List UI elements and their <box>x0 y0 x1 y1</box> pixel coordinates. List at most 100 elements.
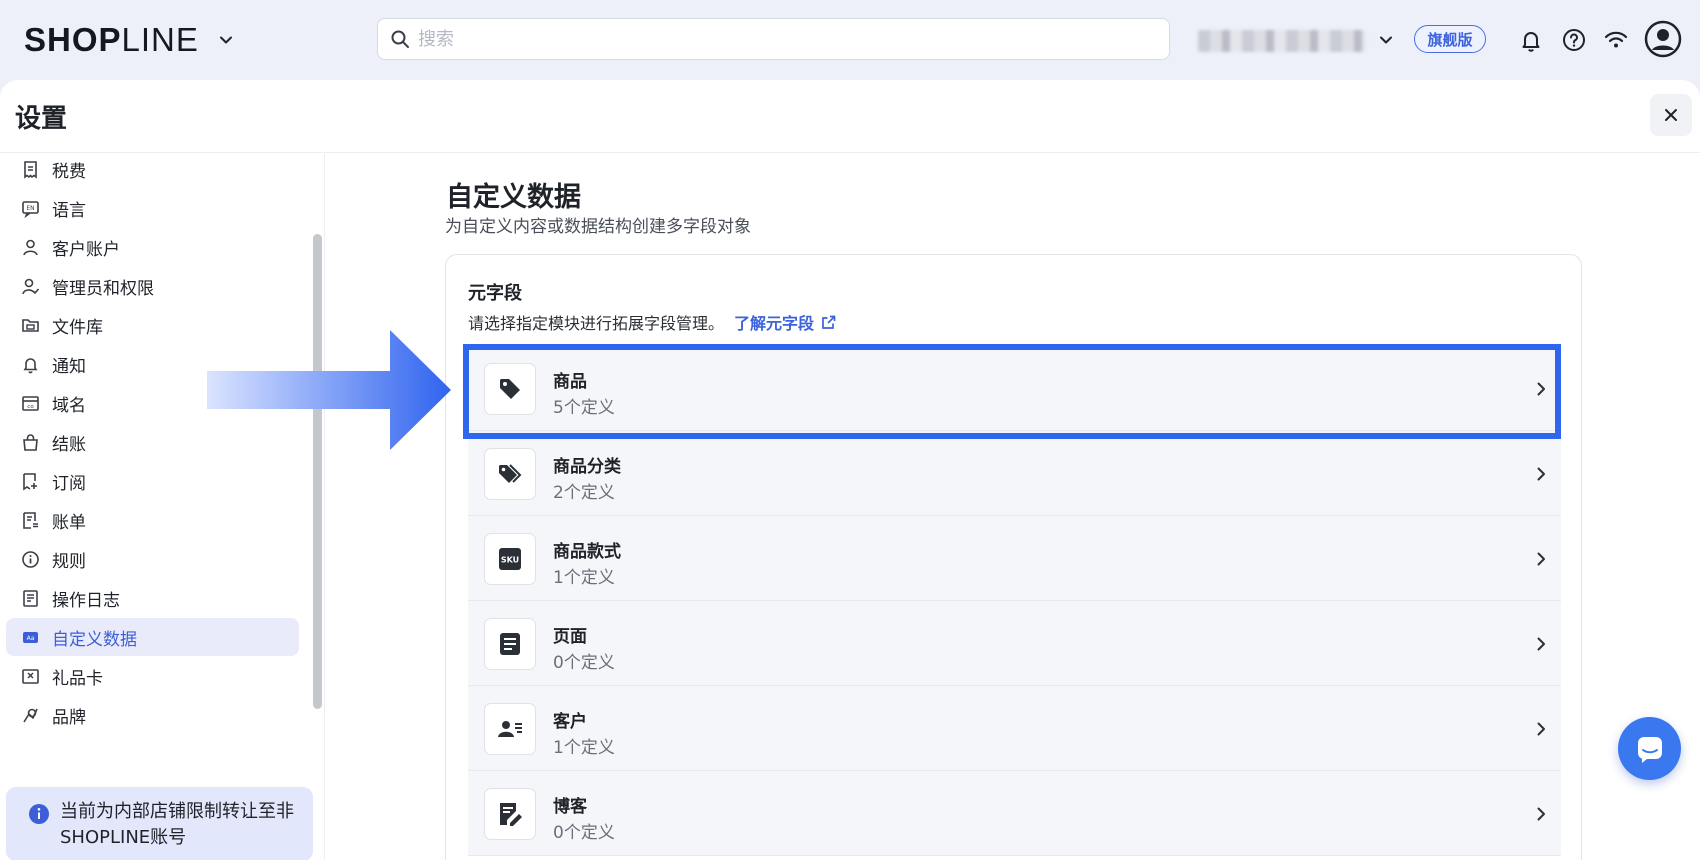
metafield-row-variants[interactable]: SKU 商品款式 1个定义 <box>468 516 1561 601</box>
sidebar-item-bills[interactable]: 账单 <box>6 501 299 539</box>
row-icon-box <box>484 618 536 670</box>
section-title: 自定义数据 <box>446 182 581 213</box>
metafield-row-customers[interactable]: 客户 1个定义 <box>468 686 1561 771</box>
shopline-logo[interactable]: SHOP LINE <box>24 20 199 60</box>
row-count: 5个定义 <box>553 398 615 418</box>
row-count: 2个定义 <box>553 483 615 503</box>
chevron-right-icon <box>1537 552 1545 566</box>
sidebar-item-activity-log[interactable]: 操作日志 <box>6 579 299 617</box>
sidebar-item-label: 账单 <box>52 512 86 533</box>
tags-icon <box>499 464 522 483</box>
info-icon <box>22 550 39 568</box>
shopping-bag-icon <box>23 433 38 451</box>
sidebar-item-label: 品牌 <box>52 707 86 728</box>
chevron-right-icon <box>1537 637 1545 651</box>
sidebar-item-brand[interactable]: 品牌 <box>6 696 299 734</box>
admin-user-icon <box>22 278 40 294</box>
svg-text:SKU: SKU <box>501 556 519 565</box>
avatar-icon[interactable] <box>1644 20 1682 58</box>
info-icon <box>29 804 49 824</box>
learn-metafields-link[interactable]: 了解元字段 <box>734 310 814 334</box>
search-input[interactable] <box>418 28 1158 50</box>
metafield-row-blogs[interactable]: 博客 0个定义 <box>468 771 1561 856</box>
chevron-down-icon[interactable] <box>1376 30 1396 50</box>
sidebar-item-label: 自定义数据 <box>52 629 137 650</box>
sidebar-item-label: 操作日志 <box>52 590 120 611</box>
sidebar-item-gift-cards[interactable]: 礼品卡 <box>6 657 299 695</box>
page-title: 设置 <box>15 104 68 134</box>
search-icon <box>391 30 409 48</box>
row-icon-box: SKU <box>484 533 536 585</box>
help-icon[interactable] <box>1561 27 1587 53</box>
sidebar-item-tax[interactable]: 税费 <box>6 150 299 188</box>
logo-text-bold: SHOP <box>24 21 122 58</box>
row-icon-box <box>484 788 536 840</box>
sidebar-item-custom-data[interactable]: Aa 自定义数据 <box>6 618 299 656</box>
store-name-blurred[interactable] <box>1198 30 1366 52</box>
domain-icon: co <box>22 395 39 411</box>
metafield-row-products[interactable]: 商品 5个定义 <box>468 346 1561 431</box>
page-icon <box>500 633 520 655</box>
row-icon-box <box>484 448 536 500</box>
sidebar-item-customer-accounts[interactable]: 客户账户 <box>6 228 299 266</box>
settings-sidebar: 税费 EN 语言 客户账户 管理员和权限 文件库 通知 co 域名 结账 订阅 … <box>0 154 325 860</box>
external-link-icon[interactable] <box>820 314 837 331</box>
bell-icon[interactable] <box>1518 27 1544 53</box>
sidebar-item-subscriptions[interactable]: 订阅 <box>6 462 299 500</box>
sidebar-item-label: 客户账户 <box>52 239 120 260</box>
sidebar-item-language[interactable]: EN 语言 <box>6 189 299 227</box>
bell-icon <box>23 357 38 373</box>
plan-badge[interactable]: 旗舰版 <box>1414 25 1486 53</box>
close-button[interactable] <box>1650 94 1692 136</box>
close-icon <box>1665 109 1677 121</box>
section-subtitle: 为自定义内容或数据结构创建多字段对象 <box>445 217 751 237</box>
chevron-right-icon <box>1537 807 1545 821</box>
row-count: 0个定义 <box>553 653 615 673</box>
row-icon-box <box>484 363 536 415</box>
metafield-row-collections[interactable]: 商品分类 2个定义 <box>468 431 1561 516</box>
subscription-icon <box>23 472 37 490</box>
annotation-arrow-icon <box>207 330 451 450</box>
sidebar-item-label: 文件库 <box>52 317 103 338</box>
sku-icon: SKU <box>499 548 521 570</box>
row-name: 商品款式 <box>553 542 621 562</box>
chevron-down-icon[interactable] <box>216 30 236 50</box>
row-name: 商品 <box>553 372 587 392</box>
folder-icon <box>22 318 39 332</box>
sidebar-item-label: 礼品卡 <box>52 668 103 689</box>
custom-data-icon: Aa <box>23 631 38 643</box>
metafields-card: 元字段 请选择指定模块进行拓展字段管理。 了解元字段 商品 5个定义 商品分类 … <box>445 254 1582 860</box>
chat-button[interactable] <box>1618 717 1681 780</box>
card-description-text: 请选择指定模块进行拓展字段管理。 <box>468 314 725 333</box>
search-bar[interactable] <box>377 18 1170 60</box>
brand-icon <box>23 708 38 722</box>
row-name: 商品分类 <box>553 457 621 477</box>
metafield-row-pages[interactable]: 页面 0个定义 <box>468 601 1561 686</box>
language-icon: EN <box>22 200 39 218</box>
transfer-notice: 当前为内部店铺限制转让至非SHOPLINE账号 <box>6 787 313 860</box>
wifi-icon[interactable] <box>1603 27 1629 53</box>
notice-text: 当前为内部店铺限制转让至非SHOPLINE账号 <box>60 801 294 848</box>
chevron-right-icon <box>1537 382 1545 396</box>
chevron-right-icon <box>1537 467 1545 481</box>
row-name: 页面 <box>553 627 587 647</box>
sidebar-scrollbar[interactable] <box>313 234 322 709</box>
logo-text-light: LINE <box>121 21 199 58</box>
receipt-icon <box>24 160 37 179</box>
card-title: 元字段 <box>468 283 522 304</box>
bill-icon <box>23 511 38 529</box>
blog-edit-icon <box>500 803 522 826</box>
sidebar-item-label: 结账 <box>52 434 86 455</box>
gift-card-icon <box>22 668 39 684</box>
sidebar-item-label: 管理员和权限 <box>52 278 154 299</box>
sidebar-item-rules[interactable]: 规则 <box>6 540 299 578</box>
sidebar-item-label: 域名 <box>52 395 86 416</box>
svg-text:co: co <box>27 404 34 410</box>
log-icon <box>23 589 38 607</box>
sidebar-item-label: 订阅 <box>52 473 86 494</box>
sidebar-item-label: 语言 <box>52 200 86 221</box>
row-count: 0个定义 <box>553 823 615 843</box>
chat-icon <box>1637 736 1662 763</box>
sidebar-item-admin-permissions[interactable]: 管理员和权限 <box>6 267 299 305</box>
sidebar-item-label: 税费 <box>52 161 86 182</box>
